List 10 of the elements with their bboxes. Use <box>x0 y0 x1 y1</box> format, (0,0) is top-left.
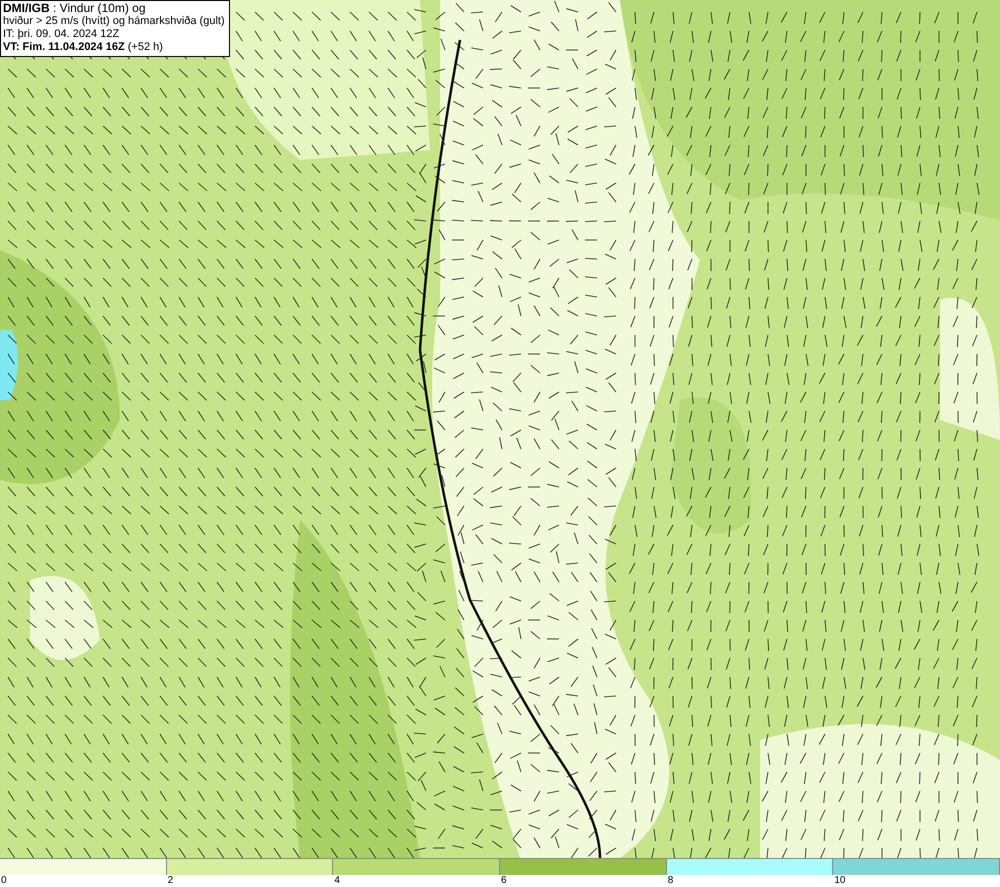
legend-tick-label: 0 <box>1 875 7 886</box>
info-text: VT: Fim. 11.04.2024 16Z (+52 h) <box>3 41 164 54</box>
info-text: hviður > 25 m/s (hvítt) og hámarkshviða (gult) <box>3 15 225 28</box>
legend-tick-label: 6 <box>501 875 507 886</box>
legend-tick-label: 4 <box>334 875 340 886</box>
legend-tick-label: 10 <box>834 875 846 886</box>
legend-tick-label: 2 <box>168 875 174 886</box>
info-text: IT: þri. 09. 04. 2024 12Z <box>3 28 120 41</box>
info-text: DMI/IGB : Vindur (10m) og <box>3 2 146 15</box>
legend-tick-label: 8 <box>668 875 674 886</box>
